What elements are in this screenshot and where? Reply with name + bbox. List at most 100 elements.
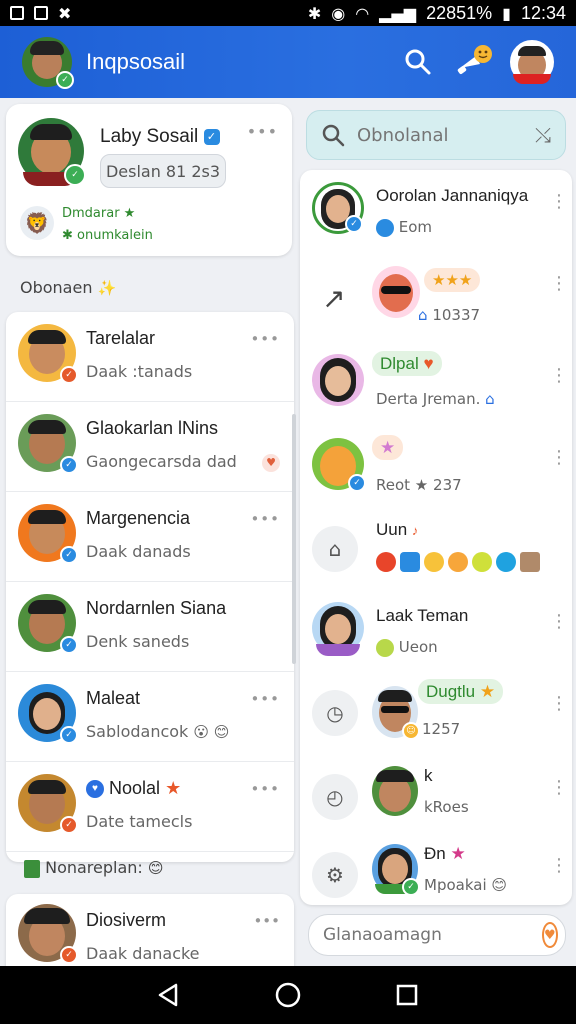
contact-avatar: ✓: [18, 594, 78, 654]
profile-mascot-icon: 🦁: [20, 206, 54, 240]
search-icon: [405, 49, 431, 75]
contact-preview: Daak danads: [86, 542, 191, 561]
back-icon: [159, 983, 178, 1007]
status-bar: ✖ ✱ ◉ ◠ ▂▄▆ 22851% ▮ 12:34: [0, 0, 576, 26]
smiley-icon: [376, 638, 394, 657]
contact-avatar: ✓: [18, 774, 78, 834]
clock-icon[interactable]: ◷: [312, 690, 358, 736]
app-avatar[interactable]: ✓: [22, 37, 74, 89]
chat-row[interactable]: Laak Teman Ueon ⋮: [300, 590, 572, 672]
more-button[interactable]: •••: [253, 912, 280, 930]
kebab-menu-icon[interactable]: ⋮: [550, 367, 568, 385]
contact-avatar: ✓: [18, 504, 78, 564]
chat-row[interactable]: ◷ ☺ Dugtlu ★ 1257 ⋮: [300, 672, 572, 756]
chat-name: ★: [372, 435, 404, 460]
profile-status-pill[interactable]: Deslan 81 2s3: [100, 154, 226, 188]
notifications-button[interactable]: [454, 42, 494, 82]
battery-percent: 22851%: [426, 2, 493, 23]
kebab-menu-icon[interactable]: ⋮: [550, 193, 568, 211]
heart-icon: ♥: [423, 354, 434, 373]
clear-search-icon[interactable]: ⤯: [535, 123, 551, 147]
section-label: Obonaen ✨: [20, 278, 117, 297]
chat-preview: ⌂ 10337: [418, 306, 481, 324]
verified-badge-icon: ✓: [64, 164, 86, 186]
bookmark-icon[interactable]: ⌂: [312, 526, 358, 572]
status-badge-icon: ✓: [345, 215, 363, 233]
chat-row[interactable]: Dlpal ♥ Derta Jreman. ⌂ ⋮: [300, 344, 572, 426]
blue-emoji-icon: [400, 552, 420, 572]
contact-preview: Daak danacke: [86, 944, 200, 963]
chat-avatar: ✓: [372, 844, 420, 896]
image-icon: [34, 6, 48, 20]
search-bar[interactable]: ⤯: [306, 110, 566, 160]
timer-icon[interactable]: ◴: [312, 774, 358, 820]
home-circle-icon: [275, 982, 301, 1008]
emoji-badge-icon: ☺: [402, 722, 420, 740]
surprised-emoji-icon: [448, 552, 468, 572]
house-icon: ⌂: [485, 390, 495, 408]
message-input[interactable]: [323, 925, 542, 945]
chat-row[interactable]: ⚙ ✓ Ðn ★ Mpoakai 😊 ⋮: [300, 834, 572, 905]
contact-preview: Date tamecls: [86, 812, 193, 831]
profile-name: Laby Sosail ✓: [100, 126, 220, 148]
chat-name: Ðn ★: [424, 844, 466, 863]
more-button[interactable]: •••: [250, 780, 280, 798]
rating-chip: ★★★: [416, 266, 488, 293]
back-button[interactable]: [154, 980, 184, 1010]
chat-avatar: [312, 354, 364, 406]
chat-row[interactable]: ⌂ Uun ♪: [300, 508, 572, 590]
search-input[interactable]: [357, 124, 507, 146]
more-button[interactable]: •••: [250, 510, 280, 528]
contact-row[interactable]: ✓ Diosiverm Daak danacke •••: [6, 894, 294, 974]
contact-row[interactable]: ✓ Tarelalar Daak :tanads •••: [6, 312, 294, 402]
settings-icon[interactable]: ⚙: [312, 852, 358, 898]
chat-row[interactable]: ◴ k kRoes ⋮: [300, 756, 572, 838]
profile-card[interactable]: ✓ Laby Sosail ✓ Deslan 81 2s3 ••• 🦁 Dmda…: [6, 104, 292, 256]
kebab-menu-icon[interactable]: ⋮: [550, 695, 568, 713]
chat-row[interactable]: ✓ Oorolan Jannaniqya Eom ⋮: [300, 170, 572, 252]
status-badge-icon: ✓: [60, 816, 78, 834]
arrow-icon[interactable]: ↗: [322, 282, 345, 315]
recents-button[interactable]: [392, 980, 422, 1010]
bluetooth-icon: ✱: [307, 3, 322, 23]
contact-row[interactable]: ✓ Maleat Sablodancok 😮 😊 •••: [6, 672, 294, 762]
heart-icon: ♥: [86, 780, 104, 799]
contact-row[interactable]: ✓ Margenencia Daak danads •••: [6, 492, 294, 582]
contact-row[interactable]: ✓ Glaokarlan lNins Gaongecarsda dad ♥: [6, 402, 294, 492]
user-avatar[interactable]: [510, 40, 554, 84]
chat-row[interactable]: ↗ ★★★ ⌂ 10337 ⋮: [300, 252, 572, 344]
profile-more-button[interactable]: •••: [247, 122, 278, 141]
megaphone-icon: [457, 45, 492, 74]
contact-row[interactable]: ✓ Nordarnlen Siana Denk saneds: [6, 582, 294, 672]
kebab-menu-icon[interactable]: ⋮: [550, 275, 568, 293]
status-badge-icon: ✓: [60, 946, 78, 964]
chat-name: k: [424, 766, 433, 785]
kebab-menu-icon[interactable]: ⋮: [550, 779, 568, 797]
contact-name: Maleat: [86, 688, 141, 708]
kebab-menu-icon[interactable]: ⋮: [550, 613, 568, 631]
more-button[interactable]: •••: [250, 330, 280, 348]
contact-row[interactable]: ✓ ♥ Noolal ★ Date tamecls •••: [6, 762, 294, 852]
contact-name: Nordarnlen Siana: [86, 598, 227, 618]
compose-bar[interactable]: ♥: [308, 914, 566, 956]
chat-preview: Eom: [376, 218, 432, 237]
contact-avatar: ✓: [18, 684, 78, 744]
reaction-icon: ♥: [262, 454, 280, 472]
heart-send-icon[interactable]: ♥: [542, 922, 558, 948]
home-button[interactable]: [273, 980, 303, 1010]
recents-icon: [396, 984, 417, 1006]
battery-icon: ▮: [502, 3, 511, 23]
more-button[interactable]: •••: [250, 690, 280, 708]
kebab-menu-icon[interactable]: ⋮: [550, 449, 568, 467]
chat-name: Uun ♪: [376, 520, 419, 539]
contact-preview: Gaongecarsda dad: [86, 452, 237, 471]
scrollbar[interactable]: [292, 414, 296, 664]
status-badge-icon: ✓: [60, 636, 78, 654]
red-emoji-icon: [376, 552, 396, 572]
chat-row[interactable]: ✓ ★ Reot ★ 237 ⋮: [300, 426, 572, 508]
chat-preview: kRoes: [424, 798, 469, 816]
kebab-menu-icon[interactable]: ⋮: [550, 857, 568, 875]
photo-emoji-icon: [520, 552, 540, 572]
search-button[interactable]: [398, 42, 438, 82]
chat-preview: 1257: [422, 720, 461, 738]
